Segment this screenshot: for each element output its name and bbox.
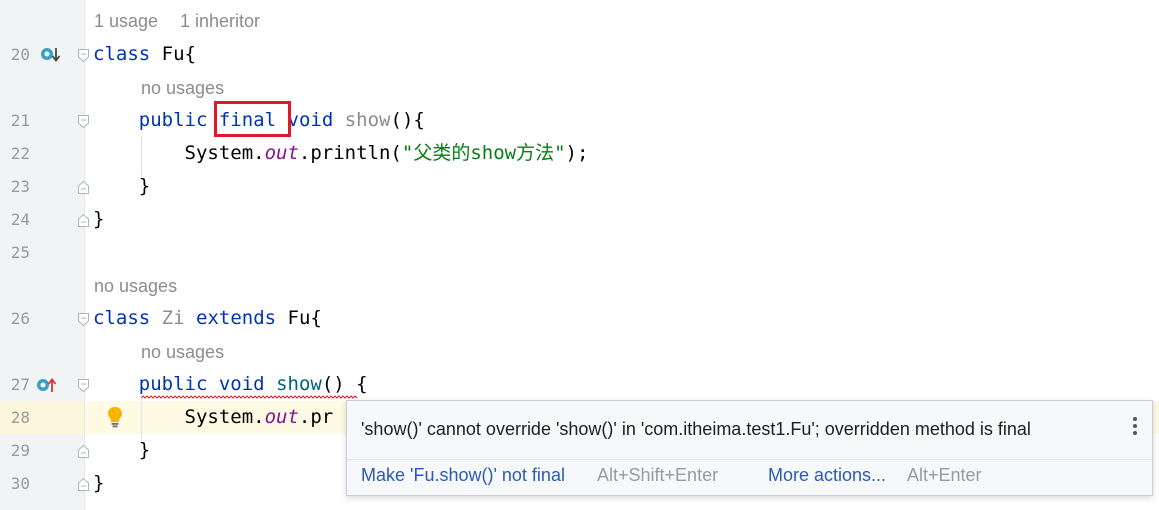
brace: } xyxy=(93,208,105,230)
fold-icon[interactable] xyxy=(78,313,89,326)
fold-icon[interactable] xyxy=(78,478,89,491)
code-line[interactable]: } xyxy=(93,467,104,500)
code-line[interactable]: System.out.pr xyxy=(93,401,334,434)
punctuation: (){ xyxy=(390,109,425,131)
brace: { xyxy=(310,307,322,329)
fold-icon[interactable] xyxy=(78,49,89,62)
more-vertical-icon[interactable] xyxy=(1132,417,1138,437)
code-line[interactable]: class Zi extends Fu{ xyxy=(93,302,322,335)
keyword: void xyxy=(287,109,334,131)
brace: } xyxy=(138,175,151,197)
keyword: class xyxy=(93,43,151,65)
punctuation: () { xyxy=(321,373,368,395)
brace: { xyxy=(184,43,196,65)
class-name: Zi xyxy=(161,307,185,329)
shortcut-label: Alt+Enter xyxy=(907,465,982,485)
field-ref: out xyxy=(264,142,299,164)
string-literal: "父类的show方法" xyxy=(401,142,566,164)
keyword: void xyxy=(218,373,265,395)
popup-divider xyxy=(347,459,1152,460)
method-call: .pr xyxy=(298,406,334,428)
fold-icon[interactable] xyxy=(78,379,89,392)
code-line[interactable]: System.out.println("父类的show方法"); xyxy=(93,137,589,170)
more-actions-link[interactable]: More actions... xyxy=(768,465,886,486)
usage-hint[interactable]: 1 usage xyxy=(94,11,158,32)
code-line[interactable]: } xyxy=(93,170,150,203)
line-number: 30 xyxy=(10,474,30,493)
keyword: class xyxy=(93,307,151,329)
brace: } xyxy=(93,472,105,494)
error-tooltip-popup: 'show()' cannot override 'show()' in 'co… xyxy=(346,400,1153,496)
field-ref: out xyxy=(264,406,299,428)
class-name: Fu xyxy=(161,43,185,65)
brace: } xyxy=(138,439,151,461)
line-number: 29 xyxy=(10,441,30,460)
code-line[interactable]: } xyxy=(93,203,104,236)
fold-icon[interactable] xyxy=(78,115,89,128)
keyword: public xyxy=(138,109,208,131)
shortcut-label: Alt+Shift+Enter xyxy=(597,465,719,485)
line-number: 24 xyxy=(10,210,30,229)
keyword: public xyxy=(138,373,208,395)
code-line[interactable]: } xyxy=(93,434,150,467)
method-call: .println( xyxy=(298,142,402,164)
usage-hint[interactable]: no usages xyxy=(141,342,224,363)
class-ref: Fu xyxy=(287,307,311,329)
fold-icon[interactable] xyxy=(78,214,89,227)
line-number: 21 xyxy=(10,111,30,130)
class-ref: System. xyxy=(184,142,265,164)
code-line[interactable]: class Fu{ xyxy=(93,38,196,71)
line-number: 27 xyxy=(10,375,30,394)
line-number: 26 xyxy=(10,309,30,328)
error-squiggle xyxy=(141,395,357,399)
line-number: 23 xyxy=(10,177,30,196)
inheritor-hint[interactable]: 1 inheritor xyxy=(180,11,260,32)
overrides-icon[interactable] xyxy=(36,376,60,394)
method-name: show xyxy=(344,109,391,131)
line-number: 28 xyxy=(10,408,30,427)
fold-icon[interactable] xyxy=(78,445,89,458)
final-highlight-box xyxy=(214,101,291,137)
keyword: extends xyxy=(196,307,277,329)
fold-icon[interactable] xyxy=(78,181,89,194)
class-ref: System. xyxy=(184,406,265,428)
error-message: 'show()' cannot override 'show()' in 'co… xyxy=(361,419,1031,439)
usage-hint[interactable]: no usages xyxy=(141,78,224,99)
punctuation: ); xyxy=(565,142,589,164)
usage-hint[interactable]: no usages xyxy=(94,276,177,297)
line-number: 25 xyxy=(10,243,30,262)
method-name: show xyxy=(276,373,322,395)
line-number: 20 xyxy=(10,45,30,64)
make-not-final-action[interactable]: Make 'Fu.show()' not final xyxy=(361,465,565,486)
line-number: 22 xyxy=(10,144,30,163)
implemented-icon[interactable] xyxy=(40,46,64,64)
